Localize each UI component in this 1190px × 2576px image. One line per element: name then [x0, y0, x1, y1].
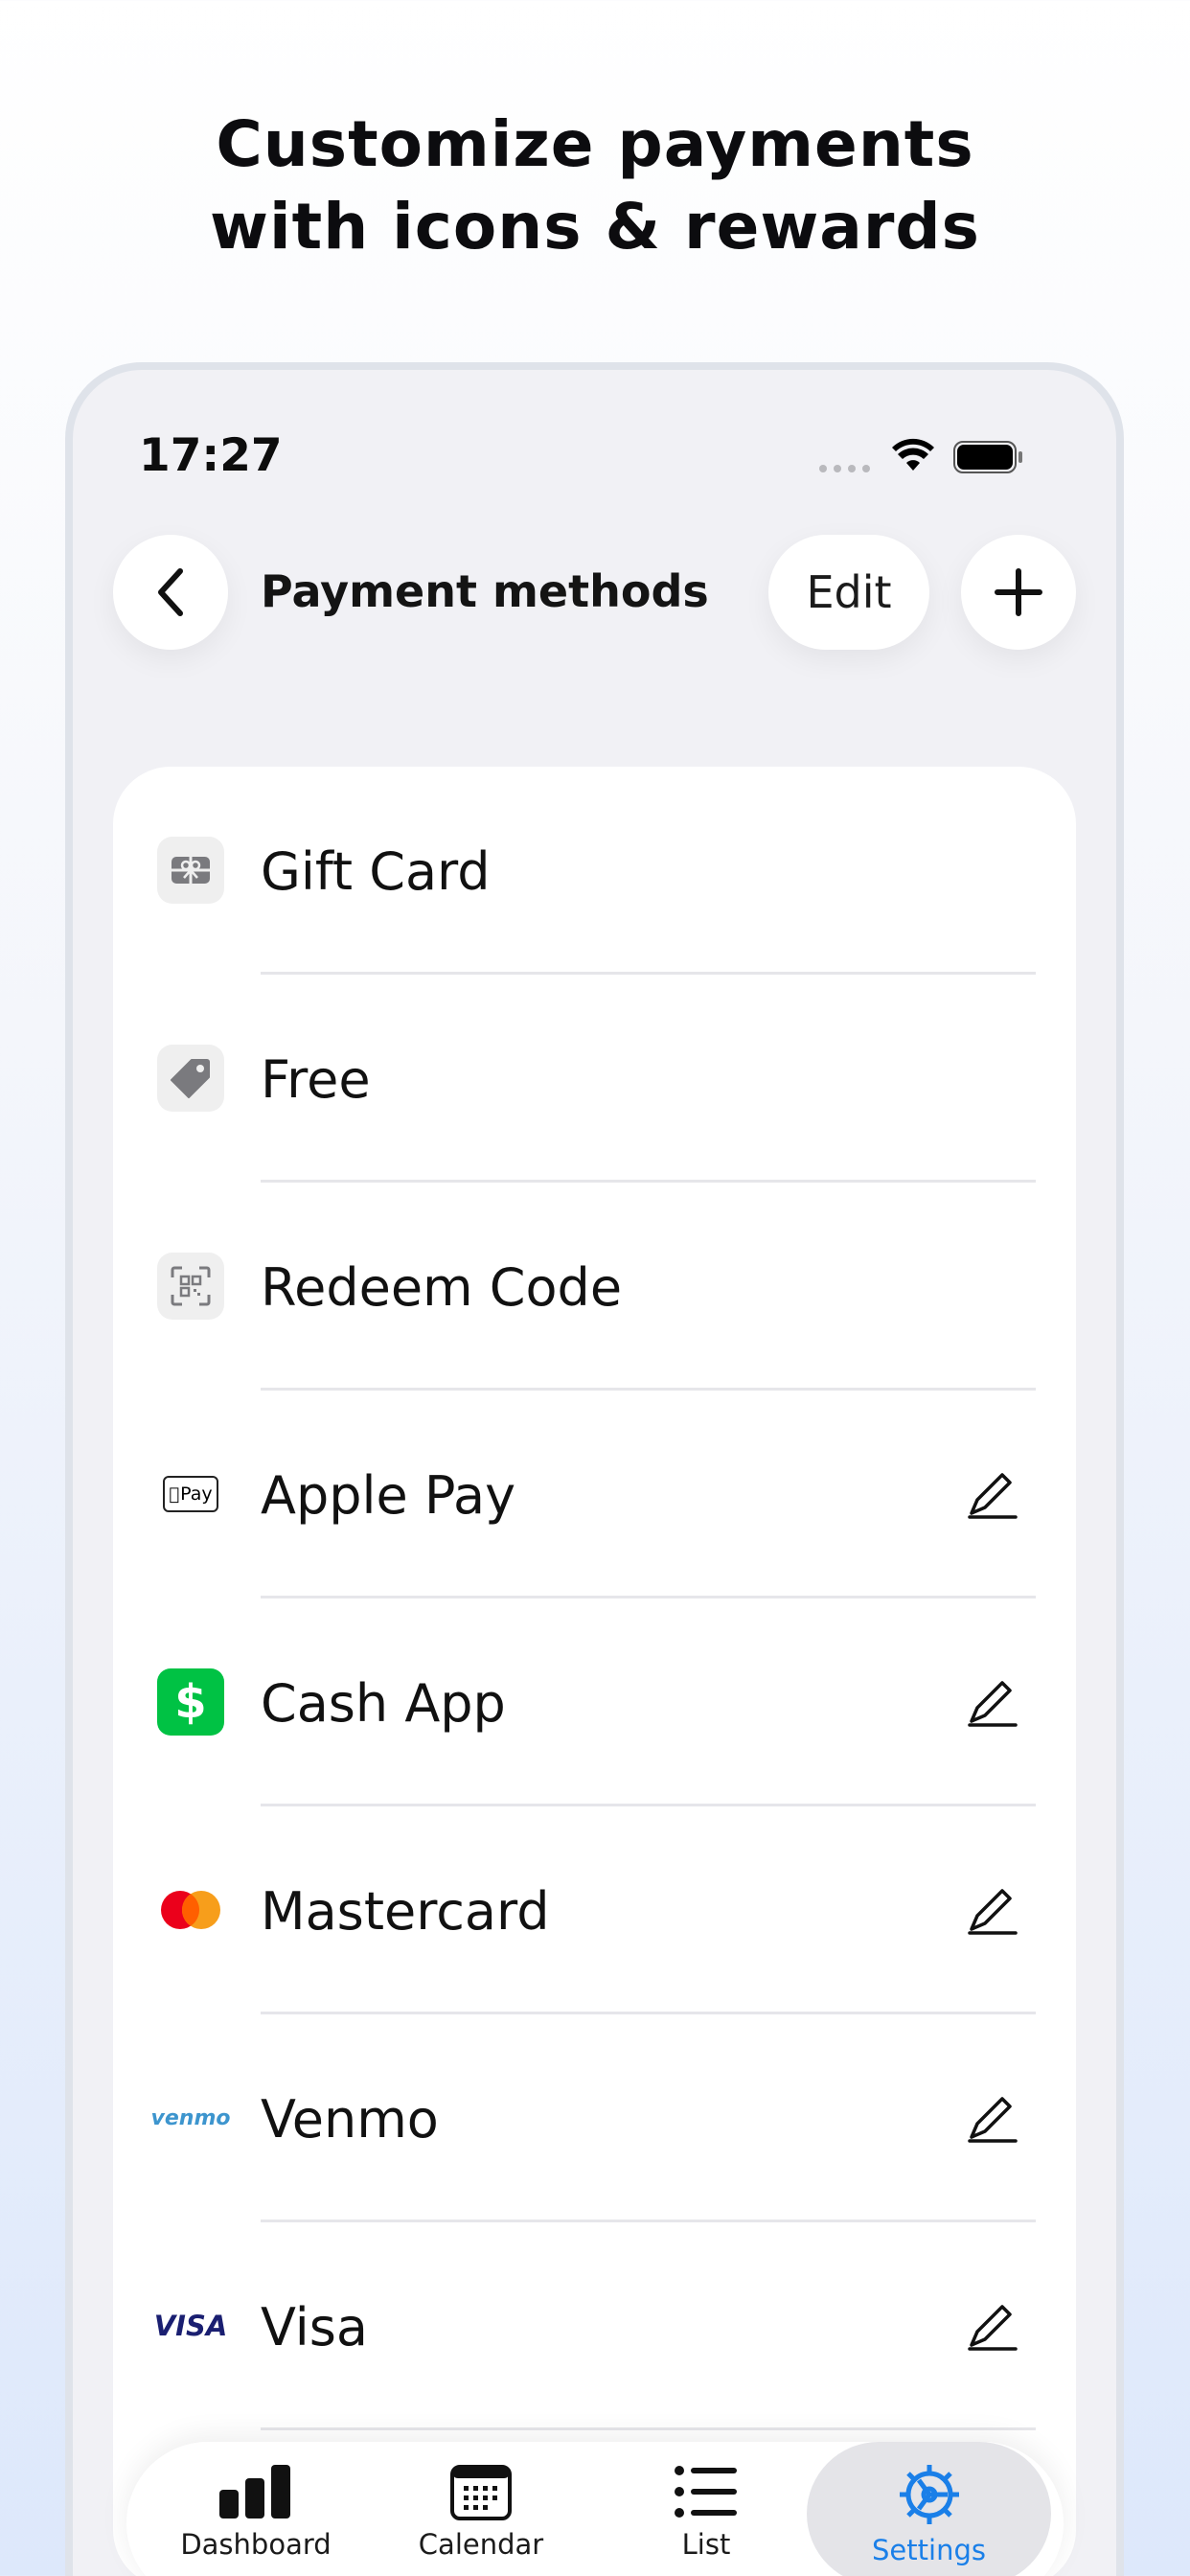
- tab-label: List: [681, 2528, 731, 2561]
- headline-line-1: Customize payments: [216, 107, 974, 181]
- payment-row-mastercard[interactable]: Mastercard: [113, 1806, 1076, 2014]
- payment-row-gift-card[interactable]: Gift Card: [113, 767, 1076, 975]
- visa-icon: VISA: [154, 2292, 228, 2359]
- payment-label: Apple Pay: [261, 1465, 516, 1526]
- edit-pencil-icon[interactable]: [964, 2091, 1021, 2149]
- payment-row-free[interactable]: Free: [113, 975, 1076, 1183]
- signal-icon: [819, 465, 870, 472]
- venmo-icon: venmo: [151, 2084, 231, 2151]
- mastercard-icon: [157, 1876, 224, 1944]
- add-payment-button[interactable]: [961, 535, 1076, 650]
- payment-methods-list: Gift Card Free Redeem Code Pay Apple Pay…: [113, 767, 1076, 2576]
- page-title: Payment methods: [261, 565, 709, 617]
- bar-chart-icon: [219, 2465, 290, 2518]
- headline-line-2: with icons & rewards: [210, 190, 980, 264]
- payment-row-visa[interactable]: VISA Visa: [113, 2222, 1076, 2430]
- chevron-left-icon: [158, 568, 183, 616]
- payment-label: Mastercard: [261, 1881, 550, 1942]
- tab-settings[interactable]: Settings: [807, 2442, 1051, 2576]
- tab-label: Dashboard: [180, 2528, 332, 2561]
- back-button[interactable]: [113, 535, 228, 650]
- payment-row-apple-pay[interactable]: Pay Apple Pay: [113, 1391, 1076, 1598]
- tab-list[interactable]: List: [615, 2442, 797, 2576]
- headline: Customize payments with icons & rewards: [0, 104, 1190, 268]
- tab-label: Settings: [872, 2534, 986, 2566]
- payment-row-redeem-code[interactable]: Redeem Code: [113, 1183, 1076, 1391]
- apple-pay-mark: Pay: [174, 1484, 213, 1505]
- tab-bar: Dashboard Calendar List Settings: [126, 2442, 1064, 2576]
- status-time: 17:27: [139, 429, 283, 482]
- wifi-icon: [892, 438, 934, 471]
- edit-button[interactable]: Edit: [768, 535, 929, 650]
- payment-label: Cash App: [261, 1673, 506, 1734]
- payment-label: Venmo: [261, 2089, 439, 2150]
- edit-pencil-icon[interactable]: [964, 1467, 1021, 1525]
- gear-icon: [899, 2465, 959, 2524]
- tab-calendar[interactable]: Calendar: [390, 2442, 572, 2576]
- tag-icon: [157, 1045, 224, 1112]
- gift-card-icon: [157, 837, 224, 904]
- edit-pencil-icon[interactable]: [964, 2299, 1021, 2357]
- calendar-icon: [450, 2465, 512, 2520]
- payment-label: Redeem Code: [261, 1257, 623, 1318]
- list-icon: [675, 2466, 737, 2518]
- apple-pay-icon: Pay: [157, 1460, 224, 1528]
- payment-row-cash-app[interactable]: $ Cash App: [113, 1598, 1076, 1806]
- plus-icon: [995, 568, 1042, 616]
- visa-mark: VISA: [153, 2310, 228, 2342]
- battery-icon: [953, 441, 1022, 473]
- qr-code-icon: [157, 1253, 224, 1320]
- payment-row-venmo[interactable]: venmo Venmo: [113, 2014, 1076, 2222]
- payment-label: Gift Card: [261, 841, 491, 902]
- status-icons: [819, 436, 1030, 478]
- cash-app-icon: $: [157, 1668, 224, 1736]
- edit-pencil-icon[interactable]: [964, 1883, 1021, 1941]
- venmo-mark: venmo: [150, 2105, 231, 2130]
- tab-label: Calendar: [418, 2528, 544, 2561]
- payment-label: Free: [261, 1049, 371, 1110]
- payment-label: Visa: [261, 2297, 368, 2358]
- edit-pencil-icon[interactable]: [964, 1675, 1021, 1733]
- divider: [261, 2427, 1036, 2430]
- tab-dashboard[interactable]: Dashboard: [165, 2442, 347, 2576]
